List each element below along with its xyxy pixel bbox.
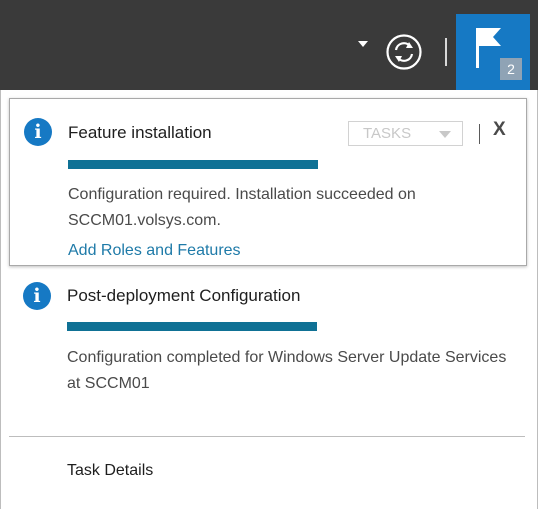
notifications-panel: i Feature installation TASKS X Configura… [0, 90, 538, 509]
server-manager-toolbar: 2 [0, 0, 538, 90]
notification-post-deployment[interactable]: i Post-deployment Configuration Configur… [9, 270, 525, 420]
notification-description: Configuration completed for Windows Serv… [67, 349, 507, 392]
notification-count-badge: 2 [500, 58, 522, 80]
tasks-dropdown-button[interactable]: TASKS [348, 121, 463, 146]
notification-title: Post-deployment Configuration [67, 286, 301, 305]
tasks-separator [479, 124, 480, 144]
chevron-down-icon [439, 131, 451, 138]
notification-description: Configuration required. Installation suc… [68, 186, 416, 229]
chevron-down-icon[interactable] [358, 41, 368, 47]
toolbar-separator [445, 38, 447, 66]
info-icon: i [24, 118, 52, 146]
task-details-link[interactable]: Task Details [67, 462, 153, 480]
close-icon[interactable]: X [493, 119, 506, 141]
tasks-label: TASKS [363, 125, 412, 142]
panel-divider [9, 436, 525, 437]
notifications-flag-button[interactable]: 2 [456, 14, 530, 90]
refresh-icon[interactable] [385, 33, 423, 71]
info-icon: i [23, 282, 51, 310]
add-roles-features-link[interactable]: Add Roles and Features [68, 242, 241, 260]
notification-feature-installation[interactable]: i Feature installation TASKS X Configura… [9, 98, 527, 266]
notification-title: Feature installation [68, 123, 212, 142]
progress-bar [68, 160, 318, 169]
progress-bar [67, 322, 317, 331]
